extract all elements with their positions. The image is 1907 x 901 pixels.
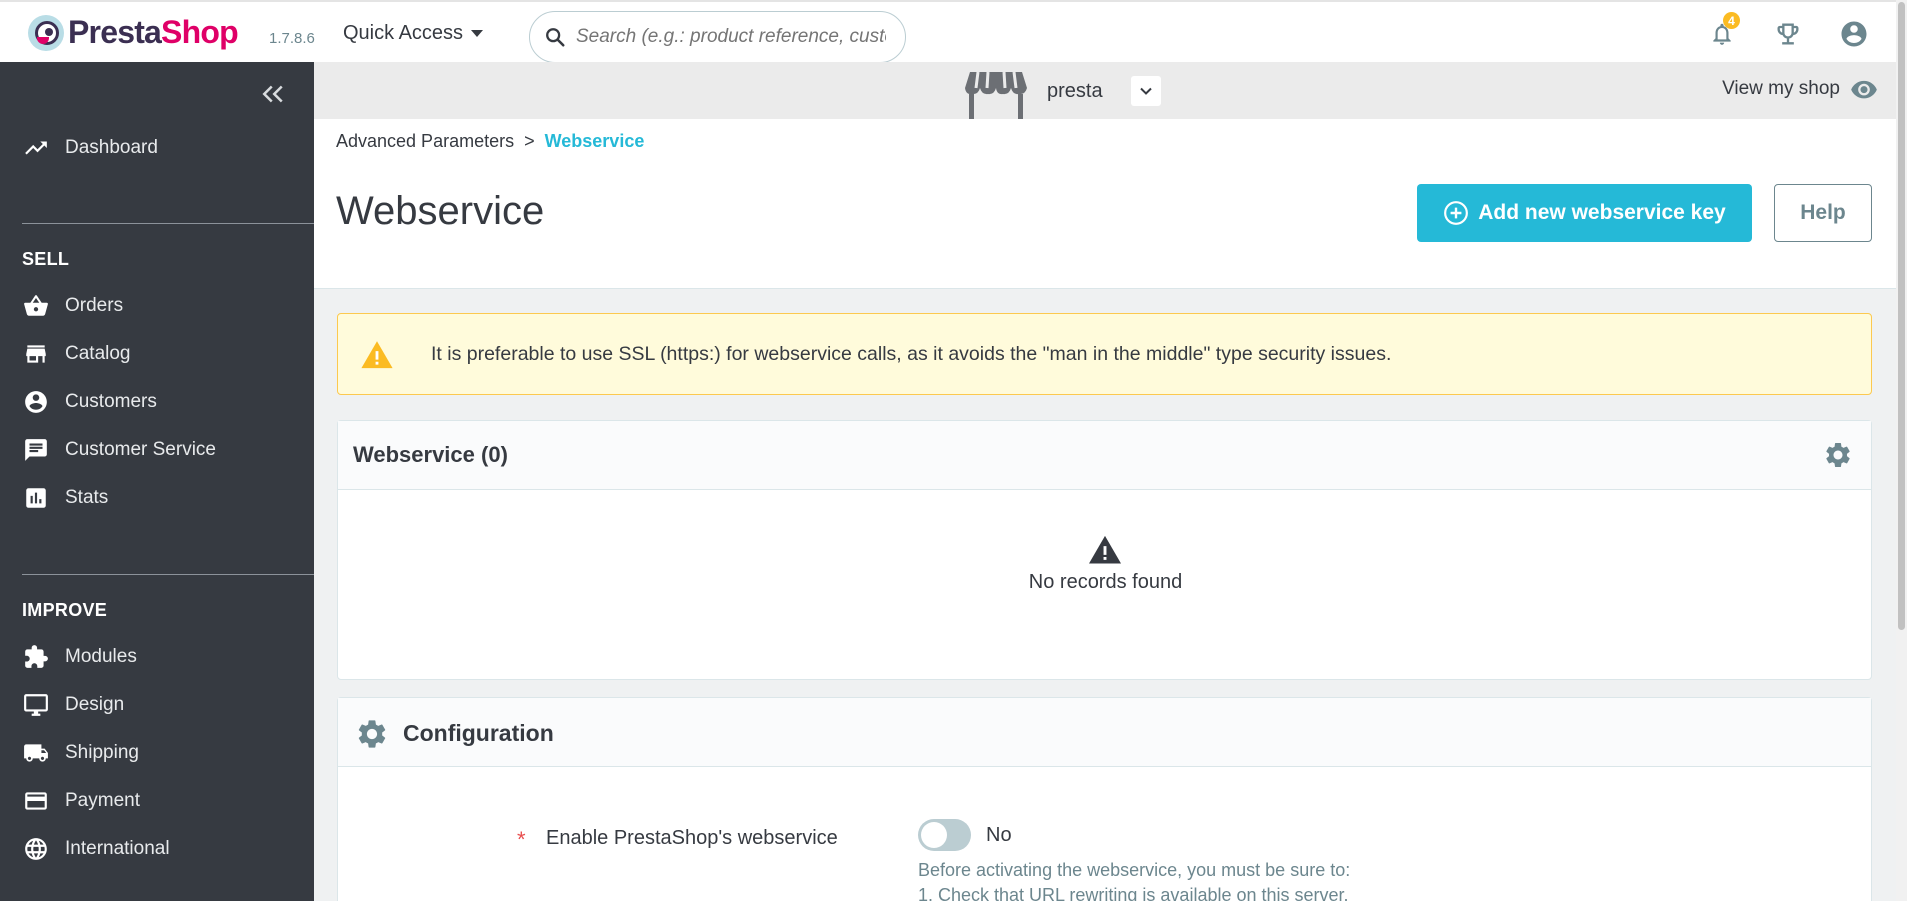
breadcrumb-current[interactable]: Webservice [545, 131, 645, 152]
bar-chart-icon [22, 484, 50, 512]
sidebar-item-catalog[interactable]: Catalog [0, 332, 314, 376]
warning-icon [1089, 535, 1121, 564]
add-circle-icon [1444, 201, 1469, 225]
field-help-text: Before activating the webservice, you mu… [918, 860, 1351, 880]
trophy-button[interactable] [1770, 16, 1806, 52]
puzzle-icon [22, 643, 50, 671]
top-header: PrestaShop 1.7.8.6 Quick Access 4 [0, 0, 1896, 63]
sidebar: Dashboard SELL Orders Catalog Customers … [0, 62, 314, 901]
logo-text: PrestaShop [68, 14, 239, 50]
account-circle-icon [1841, 21, 1867, 47]
alert-text: It is preferable to use SSL (https:) for… [431, 343, 1392, 365]
ssl-warning-alert: It is preferable to use SSL (https:) for… [337, 313, 1872, 395]
version-label: 1.7.8.6 [269, 30, 315, 47]
page-title: Webservice [336, 189, 545, 233]
sidebar-item-modules[interactable]: Modules [0, 635, 314, 679]
caret-down-icon [471, 30, 484, 37]
sidebar-item-label: Orders [65, 295, 124, 316]
search-box[interactable] [529, 11, 906, 63]
puffin-logo-icon [28, 14, 64, 51]
sidebar-item-label: Customers [65, 391, 157, 412]
panel-title: Webservice (0) [353, 442, 508, 467]
quick-access-dropdown[interactable]: Quick Access [343, 22, 484, 45]
field-help-text: 1. Check that URL rewriting is available… [918, 885, 1349, 901]
chat-icon [22, 436, 50, 464]
toggle-value-label: No [986, 824, 1012, 846]
chevron-down-icon [1140, 87, 1152, 95]
sidebar-item-dashboard[interactable]: Dashboard [0, 126, 314, 170]
quick-access-label: Quick Access [343, 22, 464, 44]
sidebar-item-label: Dashboard [65, 137, 158, 158]
storefront-icon [965, 71, 1027, 119]
prestashop-logo[interactable]: PrestaShop [28, 14, 239, 51]
sidebar-divider [22, 574, 314, 575]
sidebar-item-label: Modules [65, 646, 137, 667]
page-header: Advanced Parameters > Webservice Webserv… [314, 119, 1896, 289]
breadcrumb-separator: > [524, 131, 535, 151]
panel-title: Configuration [403, 720, 554, 746]
settings-gear-icon[interactable] [1823, 440, 1853, 470]
sidebar-divider [22, 223, 314, 224]
enable-webservice-toggle[interactable] [918, 819, 971, 851]
sidebar-item-label: Catalog [65, 343, 131, 364]
breadcrumb: Advanced Parameters > Webservice [336, 131, 644, 152]
sidebar-item-label: International [65, 838, 170, 859]
section-title-improve: IMPROVE [22, 600, 108, 620]
search-input[interactable] [576, 26, 886, 48]
eye-icon [1851, 80, 1877, 99]
truck-icon [22, 739, 50, 767]
sidebar-item-label: Customer Service [65, 439, 216, 460]
sidebar-item-label: Shipping [65, 742, 139, 763]
account-circle-icon [22, 388, 50, 416]
view-my-shop-link[interactable]: View my shop [1722, 78, 1878, 100]
breadcrumb-parent[interactable]: Advanced Parameters [336, 131, 514, 152]
section-title-sell: SELL [22, 249, 70, 269]
desktop-icon [22, 691, 50, 719]
sidebar-item-customers[interactable]: Customers [0, 380, 314, 424]
sidebar-item-label: Payment [65, 790, 140, 811]
enable-webservice-label: Enable PrestaShop's webservice [546, 827, 838, 849]
sidebar-item-label: Design [65, 694, 125, 715]
shop-selector-dropdown[interactable] [1131, 76, 1161, 106]
settings-gear-icon [358, 720, 386, 748]
sidebar-item-label: Stats [65, 487, 109, 508]
help-button[interactable]: Help [1774, 184, 1872, 242]
required-asterisk: * [517, 827, 526, 852]
sidebar-item-customer-service[interactable]: Customer Service [0, 428, 314, 472]
add-button-label: Add new webservice key [1478, 201, 1726, 224]
sidebar-item-shipping[interactable]: Shipping [0, 731, 314, 775]
shop-bar: presta View my shop [314, 62, 1896, 119]
search-icon [546, 28, 565, 47]
notification-badge: 4 [1723, 12, 1740, 29]
trophy-icon [1777, 23, 1799, 45]
notifications-button[interactable]: 4 [1704, 12, 1740, 52]
view-my-shop-label: View my shop [1722, 78, 1840, 99]
shop-name: presta [1047, 80, 1103, 102]
globe-icon [22, 835, 50, 863]
sidebar-item-design[interactable]: Design [0, 683, 314, 727]
add-webservice-key-button[interactable]: Add new webservice key [1417, 184, 1752, 242]
shopping-basket-icon [22, 292, 50, 320]
trending-up-icon [22, 134, 50, 162]
employee-menu-button[interactable] [1836, 16, 1872, 52]
store-icon [22, 340, 50, 368]
sidebar-item-orders[interactable]: Orders [0, 284, 314, 328]
no-records-text: No records found [1028, 571, 1183, 593]
webservice-list-panel: Webservice (0) No records found [337, 420, 1872, 680]
collapse-sidebar-icon[interactable] [258, 79, 288, 109]
credit-card-icon [22, 787, 50, 815]
warning-icon [361, 341, 393, 369]
scrollbar-thumb[interactable] [1898, 2, 1905, 630]
page-scrollbar[interactable] [1896, 0, 1907, 901]
sidebar-item-stats[interactable]: Stats [0, 476, 314, 520]
sidebar-item-international[interactable]: International [0, 827, 314, 871]
sidebar-item-payment[interactable]: Payment [0, 779, 314, 823]
toggle-knob [921, 822, 947, 848]
